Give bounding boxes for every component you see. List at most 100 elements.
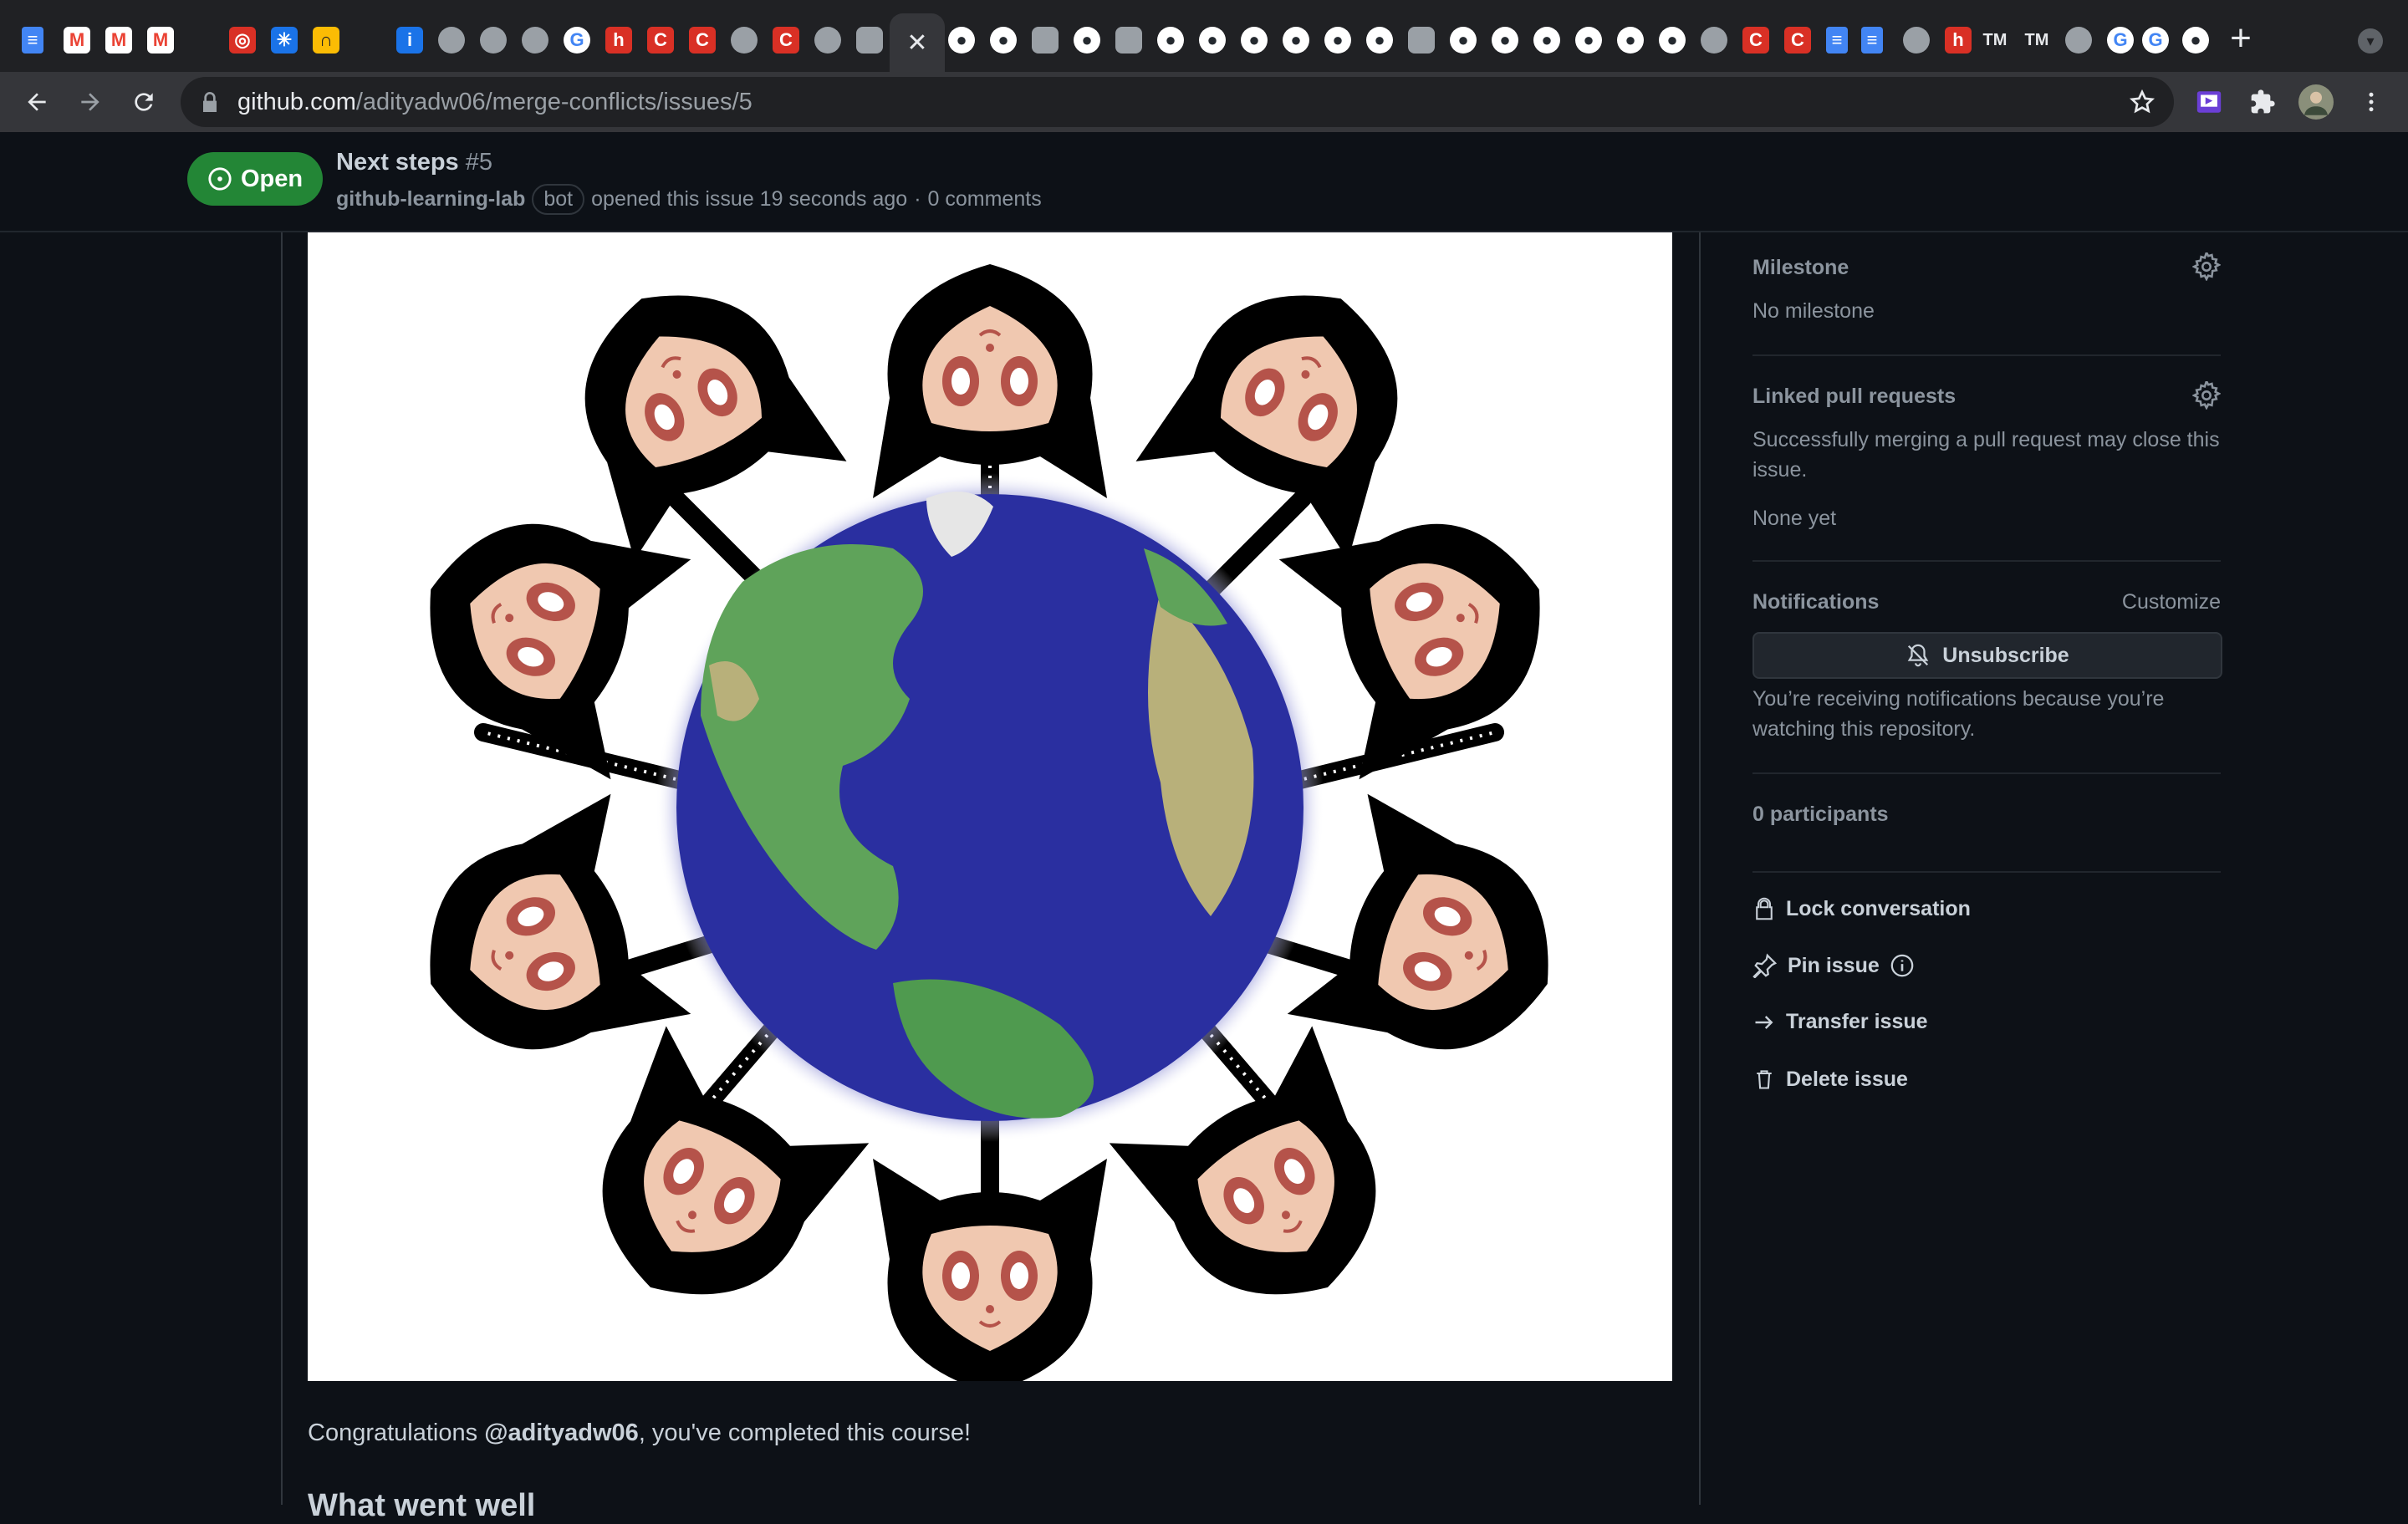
tab-favicon-gh-icon[interactable]: ● (1533, 27, 1560, 54)
arrow-right-icon (1755, 1015, 1773, 1029)
lock-icon (1756, 897, 1773, 920)
tab-favicon-gh-icon[interactable]: ● (948, 27, 975, 54)
tab-favicon-tm-icon[interactable]: TM (2023, 27, 2050, 54)
tab-favicon-gh-icon[interactable]: ● (1450, 27, 1477, 54)
tab-favicon-gh-icon[interactable]: ● (1074, 27, 1100, 54)
tab-favicon-globe-icon[interactable] (731, 27, 758, 54)
tab-favicon-google-icon[interactable]: G (2107, 27, 2134, 54)
browser-tab-strip: ≡ M M M ◎ ✳ ∩ i Gh C C C ● ● ● ● ● ● ● ● ● ● ● ● ● ● ● C C ≡ ≡ h TM TM G G ●… (0, 0, 2408, 72)
tab-favicon-globe-icon[interactable] (438, 27, 465, 54)
bot-badge: bot (532, 184, 585, 215)
tab-favicon-red-icon[interactable]: C (689, 27, 716, 54)
issue-author-link[interactable]: github-learning-lab (336, 187, 525, 212)
browser-menu-button[interactable] (2353, 84, 2390, 120)
back-button[interactable] (18, 84, 55, 120)
linked-prs-value: None yet (1752, 507, 1837, 530)
tab-favicon-gh-icon[interactable]: ● (1324, 27, 1351, 54)
tab-favicon-blue-icon[interactable]: ✳ (271, 27, 298, 54)
tab-favicon-gh-icon[interactable]: ● (1575, 27, 1602, 54)
tab-favicon-cat-icon[interactable] (856, 27, 883, 54)
tab-favicon-gh-icon[interactable]: ● (2182, 27, 2209, 54)
tab-favicon-gh-icon[interactable]: ● (1366, 27, 1393, 54)
tab-favicon-globe-icon[interactable] (480, 27, 507, 54)
customize-notifications-link[interactable]: Customize (2122, 590, 2221, 614)
linked-prs-gear-icon[interactable] (2192, 381, 2221, 410)
tab-favicon-gh-icon[interactable]: ● (1157, 27, 1184, 54)
forward-button[interactable] (72, 84, 109, 120)
tab-favicon-tm-icon[interactable]: TM (1982, 27, 2008, 54)
issue-number: #5 (465, 149, 492, 176)
tab-favicon-gmail-icon[interactable]: M (147, 27, 174, 54)
tab-favicon-red-icon[interactable]: h (605, 27, 632, 54)
issue-comment-count: 0 comments (927, 187, 1042, 211)
delete-issue-button[interactable]: Delete issue (1752, 1067, 1908, 1092)
tab-favicon-cat-icon[interactable] (1032, 27, 1059, 54)
tab-favicon-google-icon[interactable]: G (2142, 27, 2169, 54)
tab-favicon-blue-icon[interactable]: i (396, 27, 423, 54)
tab-favicon-gh-icon[interactable]: ● (1241, 27, 1268, 54)
address-bar[interactable]: github.com/adityadw06/merge-conflicts/is… (181, 77, 2174, 127)
unsubscribe-button[interactable]: Unsubscribe (1752, 632, 2222, 679)
profile-avatar[interactable] (2298, 84, 2334, 120)
user-mention-link[interactable]: @adityadw06 (484, 1420, 639, 1446)
bell-slash-icon (1907, 644, 1929, 667)
tab-favicon-cat-icon[interactable] (1408, 27, 1435, 54)
milestone-gear-icon[interactable] (2192, 252, 2221, 281)
notifications-heading: Notifications (1752, 590, 1880, 614)
tab-favicon-docs-icon[interactable]: ≡ (22, 27, 43, 54)
arrow-right-icon (81, 93, 99, 111)
tab-favicon-gmail-icon[interactable]: M (105, 27, 132, 54)
close-tab-icon[interactable]: ✕ (906, 28, 927, 58)
tab-favicon-globe-icon[interactable] (814, 27, 841, 54)
tab-favicon-gh-icon[interactable]: ● (990, 27, 1017, 54)
tab-favicon-gmail-icon[interactable]: M (64, 27, 90, 54)
tab-favicon-gh-icon[interactable]: ● (1659, 27, 1686, 54)
sidebar-divider (1752, 560, 2221, 562)
tab-favicon-gh-icon[interactable]: ● (1199, 27, 1226, 54)
tab-favicon-red-icon[interactable]: C (1784, 27, 1811, 54)
tab-favicon-red-icon[interactable]: C (647, 27, 674, 54)
tab-favicon-globe-icon[interactable] (522, 27, 548, 54)
octocat-ring-illustration (308, 231, 1672, 1381)
avatar-icon (2298, 84, 2334, 120)
tab-search-button[interactable]: ▾ (2358, 28, 2383, 54)
tab-favicon-red-icon[interactable]: h (1945, 27, 1972, 54)
tab-favicon-docs-icon[interactable]: ≡ (1861, 27, 1883, 54)
reload-button[interactable] (125, 84, 162, 120)
congratulations-text: Congratulations @adityadw06, you've comp… (308, 1420, 971, 1447)
transfer-issue-button[interactable]: Transfer issue (1752, 1010, 1928, 1034)
pin-icon (1752, 953, 1778, 978)
reload-icon (135, 93, 153, 111)
tab-favicon-cat-icon[interactable] (1115, 27, 1142, 54)
congrats-prefix: Congratulations (308, 1420, 485, 1446)
issue-state-label: Open (240, 165, 304, 192)
pin-issue-button[interactable]: Pin issue (1752, 953, 1915, 978)
extension-button[interactable] (2191, 84, 2227, 120)
tab-favicon-gh-icon[interactable]: ● (1617, 27, 1644, 54)
extensions-menu-button[interactable] (2244, 84, 2281, 120)
active-tab[interactable]: ✕ (890, 13, 945, 72)
url-text[interactable]: github.com/adityadw06/merge-conflicts/is… (237, 89, 752, 116)
tab-favicon-red-icon[interactable]: ◎ (229, 27, 256, 54)
tab-favicon-gh-icon[interactable]: ● (1492, 27, 1518, 54)
milestone-heading[interactable]: Milestone (1752, 256, 1849, 280)
tab-favicon-globe-icon[interactable] (2065, 27, 2092, 54)
pin-issue-label: Pin issue (1788, 953, 1880, 977)
tab-favicon-globe-icon[interactable] (1903, 27, 1930, 54)
octocats-around-globe-image[interactable] (308, 231, 1672, 1381)
participants-count: 0 participants (1752, 803, 1889, 826)
linked-prs-heading[interactable]: Linked pull requests (1752, 385, 1956, 409)
tab-favicon-red-icon[interactable]: C (1742, 27, 1769, 54)
new-tab-button[interactable]: + (2224, 20, 2258, 57)
tab-favicon-globe-icon[interactable] (1701, 27, 1727, 54)
tab-favicon-red-icon[interactable]: C (773, 27, 799, 54)
tab-favicon-docs-icon[interactable]: ≡ (1826, 27, 1848, 54)
bookmark-star-icon[interactable] (2129, 89, 2155, 115)
lock-conversation-button[interactable]: Lock conversation (1752, 896, 1971, 921)
transfer-issue-label: Transfer issue (1786, 1010, 1928, 1033)
tab-favicon-gh-icon[interactable]: ● (1283, 27, 1309, 54)
tab-favicon-yellow-icon[interactable]: ∩ (313, 27, 339, 54)
info-icon[interactable] (1890, 953, 1915, 978)
tab-favicon-google-icon[interactable]: G (564, 27, 590, 54)
delete-issue-label: Delete issue (1786, 1067, 1908, 1091)
